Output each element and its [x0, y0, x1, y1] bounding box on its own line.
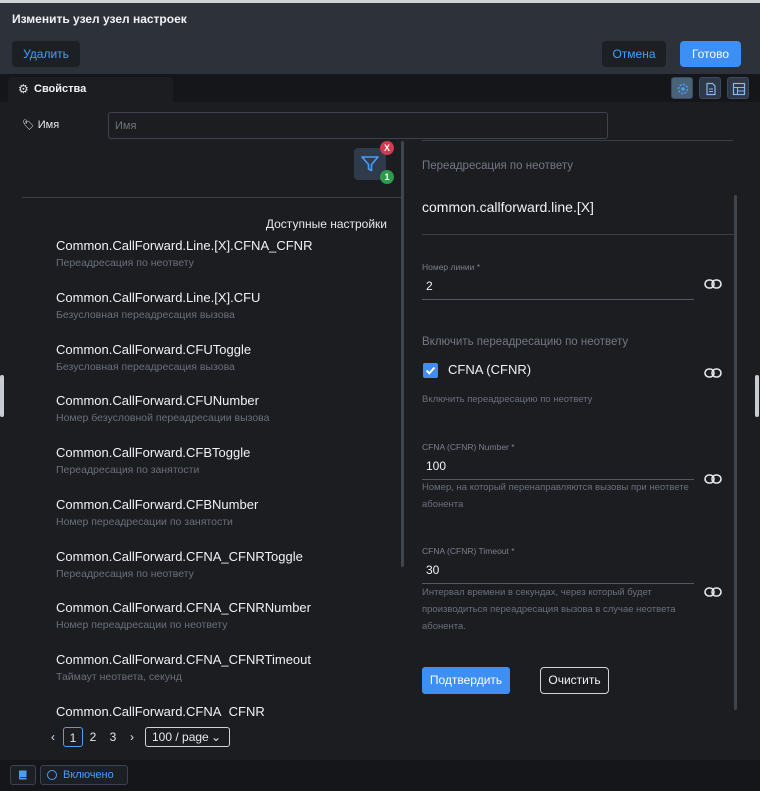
- list-item[interactable]: Common.CallForward.Line.[X].CFNA_CFNR Пе…: [56, 238, 396, 269]
- list-item-description: Номер безусловной переадресации вызова: [56, 412, 270, 424]
- tab-properties[interactable]: ⚙ Свойства: [8, 77, 173, 102]
- left-resize-handle[interactable]: [0, 375, 4, 417]
- list-item-title: Common.CallForward.CFNA_CFNRTimeout: [56, 652, 311, 667]
- title-bar: Изменить узел узел настроек: [0, 0, 760, 36]
- document-view-button[interactable]: [699, 77, 721, 99]
- cfna-number-help: Номер, на который перенаправляются вызов…: [422, 482, 689, 510]
- list-item-title: Common.CallForward.Line.[X].CFU: [56, 290, 261, 305]
- link-icon[interactable]: [704, 586, 722, 598]
- available-settings-title: Доступные настройки: [265, 217, 387, 231]
- link-icon[interactable]: [704, 473, 722, 485]
- cfna-timeout-help: Интервал времени в секундах, через котор…: [422, 587, 676, 632]
- list-item-title: Common.CallForward.CFNA_CFNRToggle: [56, 549, 303, 564]
- list-item[interactable]: Common.CallForward.CFBNumber Номер переа…: [56, 497, 396, 528]
- list-item[interactable]: Common.CallForward.CFUToggle Безусловная…: [56, 342, 396, 373]
- list-item-title: Common.CallForward.CFUToggle: [56, 342, 252, 357]
- list-item-description: Переадресация по занятости: [56, 464, 200, 476]
- gear-icon: [677, 83, 689, 95]
- available-settings-list: Common.CallForward.Line.[X].CFNA_CFNR Пе…: [56, 232, 396, 716]
- list-item[interactable]: Common.CallForward.Line.[X].CFU Безуслов…: [56, 290, 396, 321]
- tab-properties-label: Свойства: [34, 83, 87, 95]
- left-divider: [22, 197, 402, 198]
- section-heading: Переадресация по неответу: [422, 160, 574, 172]
- link-icon[interactable]: [704, 278, 722, 290]
- cfna-number-input[interactable]: 100: [426, 459, 446, 473]
- page-2[interactable]: 2: [85, 727, 101, 747]
- filter-count-badge: 1: [380, 170, 394, 184]
- name-label-text: Имя: [37, 119, 60, 131]
- list-item-title: Common.CallForward.CFNA_CFNR: [56, 704, 265, 716]
- list-item-title: Common.CallForward.CFUNumber: [56, 393, 259, 408]
- detail-top-divider: [422, 140, 733, 141]
- line-number-label: Номер линии *: [422, 262, 481, 272]
- cfna-number-label: CFNA (CFNR) Number *: [422, 442, 515, 452]
- delete-button[interactable]: Удалить: [12, 41, 80, 67]
- cfna-checkbox[interactable]: [423, 363, 438, 378]
- page-size-value: 100 / page: [152, 730, 209, 744]
- list-item[interactable]: Common.CallForward.CFNA_CFNRTimeout Тайм…: [56, 652, 396, 683]
- tab-row: ⚙ Свойства: [0, 74, 760, 102]
- list-item[interactable]: Common.CallForward.CFNA_CFNRNumber Номер…: [56, 600, 396, 631]
- confirm-button[interactable]: Подтвердить: [422, 667, 510, 694]
- footer-bar: Включено: [0, 760, 760, 791]
- list-item[interactable]: Common.CallForward.CFNA_CFNR: [56, 704, 396, 716]
- chevron-down-icon: ⌄: [210, 730, 221, 744]
- list-item-description: Переадресация по неответу: [56, 568, 194, 580]
- checkmark-icon: [425, 366, 436, 375]
- cfna-checkbox-label[interactable]: CFNA (CFNR): [448, 362, 531, 377]
- status-label: Включено: [63, 769, 114, 781]
- status-toggle[interactable]: Включено: [40, 765, 128, 785]
- gear-icon: ⚙: [18, 82, 29, 96]
- next-page-icon[interactable]: ›: [125, 727, 139, 747]
- list-item[interactable]: Common.CallForward.CFNA_CFNRToggle Переа…: [56, 549, 396, 580]
- list-item-description: Переадресация по неответу: [56, 257, 194, 269]
- tree-view-button[interactable]: [727, 77, 749, 99]
- cfna-timeout-label: CFNA (CFNR) Timeout *: [422, 546, 515, 556]
- line-number-input[interactable]: 2: [426, 279, 433, 293]
- list-item[interactable]: Common.CallForward.CFBToggle Переадресац…: [56, 445, 396, 476]
- clear-filter-badge[interactable]: X: [380, 141, 394, 155]
- action-bar: Удалить Отмена Готово: [0, 36, 760, 74]
- document-icon: [706, 82, 716, 96]
- clear-button[interactable]: Очистить: [540, 667, 609, 694]
- book-icon: [19, 770, 27, 780]
- node-title: common.callforward.line.[X]: [422, 199, 594, 215]
- title-divider: [422, 234, 734, 235]
- name-label: 🏷 Имя: [22, 119, 59, 131]
- cfna-timeout-input[interactable]: 30: [426, 563, 439, 577]
- filter-icon: [361, 156, 379, 172]
- status-circle-icon: [47, 770, 57, 780]
- name-row: 🏷 Имя: [0, 112, 760, 140]
- list-item-description: Таймаут неответа, секунд: [56, 671, 182, 683]
- cfna-checkbox-help: Включить переадресацию по неответу: [422, 394, 593, 405]
- list-item-title: Common.CallForward.CFBToggle: [56, 445, 251, 460]
- window-title: Изменить узел узел настроек: [12, 12, 187, 26]
- list-scrollbar[interactable]: [401, 141, 404, 567]
- filter-button[interactable]: X 1: [354, 141, 394, 184]
- name-input[interactable]: [108, 112, 608, 139]
- hierarchy-icon: [732, 82, 746, 96]
- line-number-underline: [422, 299, 694, 300]
- list-item-title: Common.CallForward.Line.[X].CFNA_CFNR: [56, 238, 313, 253]
- list-item[interactable]: Common.CallForward.CFUNumber Номер безус…: [56, 393, 396, 424]
- docs-button[interactable]: [10, 765, 36, 785]
- settings-view-button[interactable]: [671, 77, 693, 99]
- prev-page-icon[interactable]: ‹: [46, 727, 60, 747]
- list-item-description: Безусловная переадресация вызова: [56, 309, 235, 321]
- enable-heading: Включить переадресацию по неответу: [422, 336, 629, 348]
- list-item-description: Номер переадресации по занятости: [56, 516, 233, 528]
- link-icon[interactable]: [704, 367, 722, 379]
- page-size-select[interactable]: 100 / page ⌄: [145, 727, 230, 747]
- page-3[interactable]: 3: [105, 727, 121, 747]
- detail-scrollbar[interactable]: [734, 195, 737, 710]
- page-1[interactable]: 1: [63, 727, 83, 747]
- right-resize-handle[interactable]: [755, 375, 759, 417]
- list-item-description: Номер переадресации по неответу: [56, 619, 228, 631]
- done-button[interactable]: Готово: [680, 41, 741, 67]
- cancel-button[interactable]: Отмена: [602, 41, 666, 67]
- list-item-title: Common.CallForward.CFBNumber: [56, 497, 259, 512]
- list-item-title: Common.CallForward.CFNA_CFNRNumber: [56, 600, 311, 615]
- tag-icon: 🏷: [22, 120, 35, 131]
- list-item-description: Безусловная переадресация вызова: [56, 361, 235, 373]
